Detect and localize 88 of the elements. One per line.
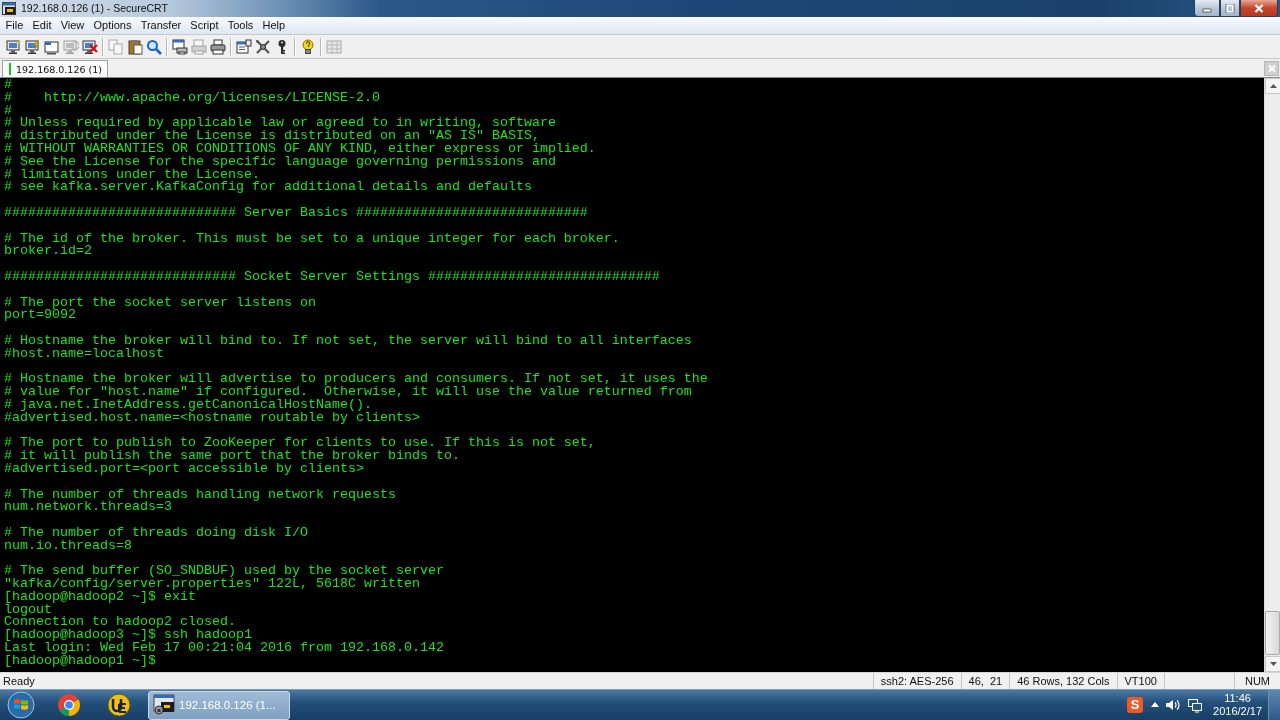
terminal-line: # it will publish the same port that the broker binds to. [4,450,460,463]
app-icon [2,2,16,15]
network-icon[interactable] [1187,697,1204,713]
menu-item[interactable]: View [56,17,89,34]
terminal-line: # limitations under the License. [4,168,260,182]
window-printer-icon [171,38,188,55]
menu-item[interactable]: File [1,17,28,34]
terminal-line: # value for "host.name" if configured. Otherwise, it will use the value returned from [4,386,692,399]
minimize-button[interactable] [1194,0,1220,17]
monitor-bolt-icon [24,38,41,55]
terminal-line: # The send buffer (SO_SNDBUF) used by the socket server [4,565,444,579]
terminal-line: # WITHOUT WARRANTIES OR CONDITIONS OF ANY KIND, either express or implied. [4,143,596,156]
printer-icon [209,38,226,55]
restore-button[interactable] [1220,0,1240,17]
terminal-lock-icon [153,694,175,716]
menu-item[interactable]: Transfer [136,17,186,34]
session-tab[interactable]: 192.168.0.126 (1) [2,60,108,77]
terminal-line: num.io.threads=8 [4,539,132,553]
terminal-line: # http://www.apache.org/licenses/LICENSE-2.0 [4,91,380,105]
terminal-line: logout [4,603,52,617]
triangle-down-icon [1269,662,1277,666]
scroll-up-button[interactable] [1265,78,1280,94]
terminal-line: # The port the socket server listens on [4,296,316,310]
scroll-down-button[interactable] [1265,656,1280,672]
terminal-line: [hadoop@hadoop1 ~]$ [4,654,156,668]
copy-icon [107,38,124,55]
terminal-line: [hadoop@hadoop2 ~]$ exit [4,590,196,604]
lightbulb-icon [299,38,316,55]
close-button[interactable] [1240,0,1278,17]
window-list-icon [235,38,252,55]
terminal-line: # distributed under the License is distributed on an "AS IS" BASIS, [4,130,540,143]
editor-icon [107,693,131,717]
search-icon [145,38,162,55]
monitor-icon [5,38,22,55]
terminal-line: ############################# Server Basics ############################# [4,206,588,220]
restore-icon [1225,3,1235,13]
terminal-line: ############################# Socket Server Settings ############################# [4,270,660,284]
terminal-line: "kafka/config/server.properties" 122L, 5618C written [4,578,420,591]
terminal-line: # java.net.InetAddress.getCanonicalHostName(). [4,398,372,412]
close-icon [1266,64,1277,73]
tab-label: 192.168.0.126 (1) [16,63,102,75]
monitor-x-icon [81,38,98,55]
terminal-line: # The number of threads doing disk I/O [4,526,308,540]
flag-orb-icon [7,691,35,719]
terminal-line: # The number of threads handling network requests [4,488,396,502]
clipboard-icon [126,38,143,55]
close-icon [1254,3,1264,13]
terminal-line: broker.id=2 [4,245,92,259]
menu-item[interactable]: Tools [223,17,258,34]
monitor-arrow-icon [62,38,79,55]
triangle-up-icon [1269,84,1277,88]
terminal-line: # [4,104,12,118]
status-message: Ready [2,675,35,687]
speaker-icon[interactable] [1165,697,1182,713]
terminal-line: # Hostname the broker will bind to. If not set, the server will bind to all interfaces [4,334,692,348]
window-icon [43,38,60,55]
clock-time: 11:46 [1224,692,1251,705]
terminal-line: # [4,79,12,92]
terminal-line: # Unless required by applicable law or agreed to in writing, software [4,117,556,131]
terminal-line: # See the License for the specific language governing permissions and [4,155,556,169]
terminal-line: Connection to hadoop2 closed. [4,616,236,630]
terminal-line: Last login: Wed Feb 17 00:21:04 2016 from 192.168.0.142 [4,642,444,655]
toolbar-button[interactable] [234,36,253,57]
terminal-line: # see kafka.server.KafkaConfig for additional details and defaults [4,181,532,195]
browser-icon [57,693,81,717]
toolbar-button[interactable] [208,36,227,57]
terminal-line: # The id of the broker. This must be set to a unique integer for each broker. [4,232,620,246]
printer-page-icon [190,38,207,55]
menu-item[interactable]: Script [185,17,224,34]
terminal-line: # Hostname the broker will advertise to producers and consumers. If not set, it uses the [4,373,708,387]
vertical-scrollbar[interactable] [1264,78,1280,672]
toolbar-button[interactable] [23,36,42,57]
clock-date: 2016/2/17 [1213,705,1262,718]
terminal-line: [hadoop@hadoop3 ~]$ ssh hadoop1 [4,629,252,643]
crossed-tools-icon [254,38,271,55]
terminal-line: # The port to publish to ZooKeeper for clients to use. If this is not set, [4,437,596,451]
window-title: 192.168.0.126 (1) - SecureCRT [21,1,168,16]
terminal-line: #advertised.port=<port accessible by clients> [4,462,364,476]
terminal-line: num.network.threads=3 [4,501,172,515]
terminal-line: #host.name=localhost [4,347,164,361]
menu-item[interactable]: Help [257,17,290,34]
menu-item[interactable]: Edit [27,17,57,34]
terminal-line: port=9092 [4,309,76,323]
toolbar-button[interactable] [170,36,189,57]
menu-item[interactable]: Options [88,17,137,34]
scrollbar-thumb[interactable] [1265,611,1280,655]
terminal-line: #advertised.host.name=<hostname routable by clients> [4,411,420,425]
grid-window-icon [325,38,342,55]
